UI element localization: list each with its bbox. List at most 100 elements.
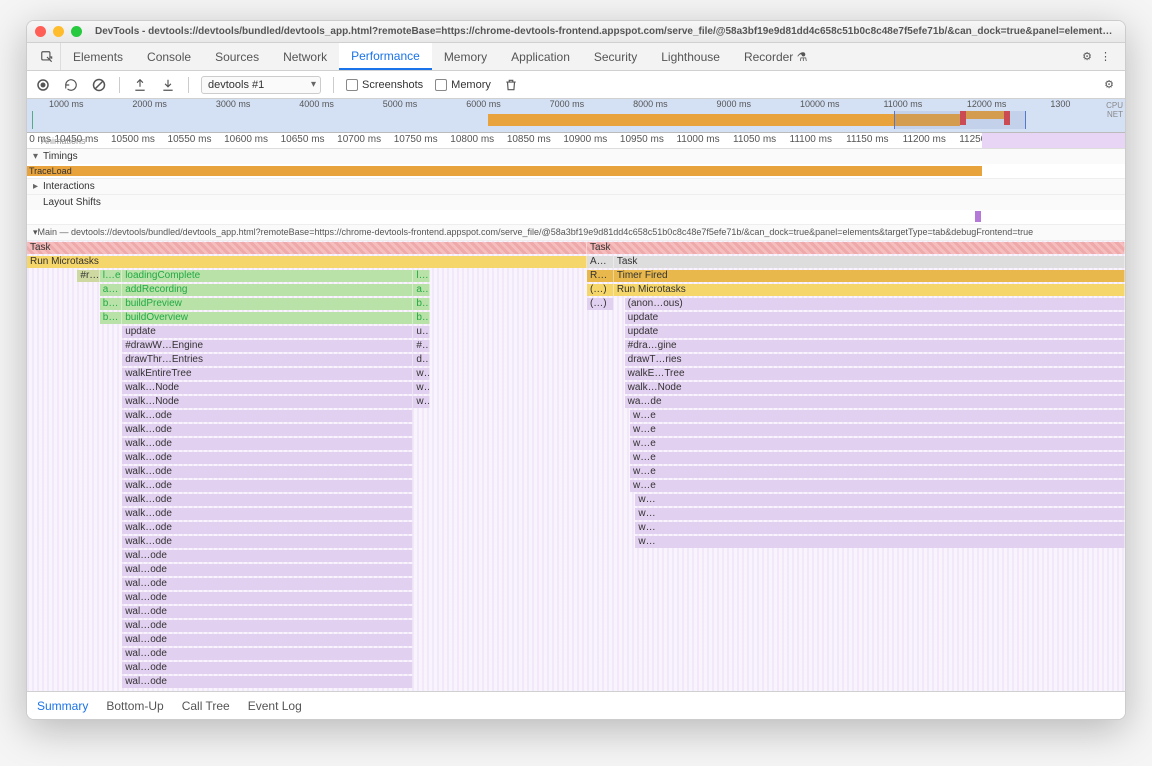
flame-entry[interactable]: R… bbox=[587, 270, 614, 282]
flame-entry[interactable]: walk…ode bbox=[122, 508, 413, 520]
flame-entry[interactable]: (…) bbox=[587, 284, 614, 296]
tab-sources[interactable]: Sources bbox=[203, 43, 271, 70]
flame-entry[interactable]: wa…de bbox=[625, 396, 1125, 408]
download-icon[interactable] bbox=[160, 77, 176, 93]
screenshots-checkbox[interactable]: Screenshots bbox=[346, 79, 423, 91]
tab-security[interactable]: Security bbox=[582, 43, 649, 70]
flame-entry[interactable]: walk…ode bbox=[122, 494, 413, 506]
flame-entry[interactable]: walk…ode bbox=[122, 466, 413, 478]
window-minimize-icon[interactable] bbox=[53, 26, 64, 37]
flame-entry[interactable]: l…e bbox=[100, 270, 122, 282]
main-thread-header[interactable]: ▾Main — devtools://devtools/bundled/devt… bbox=[27, 225, 1125, 241]
tab-lighthouse[interactable]: Lighthouse bbox=[649, 43, 732, 70]
record-icon[interactable] bbox=[35, 77, 51, 93]
layoutshifts-track-header[interactable]: Layout Shifts bbox=[27, 195, 1125, 210]
flame-entry[interactable]: w…e bbox=[630, 410, 1125, 422]
flame-entry[interactable]: Task bbox=[614, 256, 1125, 268]
flame-entry[interactable]: u… bbox=[413, 326, 430, 338]
flame-chart[interactable]: TaskTaskRun MicrotasksA…Task#r…sl…eloadi… bbox=[27, 241, 1125, 691]
flame-entry[interactable]: walk…ode bbox=[122, 522, 413, 534]
flame-entry[interactable]: wal…ode bbox=[122, 564, 413, 576]
overview-timeline[interactable]: 1000 ms2000 ms3000 ms4000 ms5000 ms6000 … bbox=[27, 99, 1125, 133]
flame-entry[interactable]: a… bbox=[413, 284, 430, 296]
flame-entry[interactable]: Run Microtasks bbox=[614, 284, 1125, 296]
flame-entry[interactable]: walkEntireTree bbox=[122, 368, 413, 380]
flame-entry[interactable]: b… bbox=[100, 298, 122, 310]
settings-icon[interactable]: ⚙ bbox=[1101, 77, 1117, 93]
more-icon[interactable]: ⋮ bbox=[1100, 50, 1111, 63]
flame-entry[interactable]: walkE…Tree bbox=[625, 368, 1125, 380]
flame-entry[interactable]: drawThr…Entries bbox=[122, 354, 413, 366]
tab-bottom-up[interactable]: Bottom-Up bbox=[106, 699, 163, 713]
flame-entry[interactable]: w…e bbox=[630, 452, 1125, 464]
flame-entry[interactable]: walk…Node bbox=[625, 382, 1125, 394]
tab-performance[interactable]: Performance bbox=[339, 43, 432, 70]
flame-entry[interactable]: wal…ode bbox=[122, 550, 413, 562]
flame-entry[interactable]: drawT…ries bbox=[625, 354, 1125, 366]
flame-entry[interactable]: w…e bbox=[630, 480, 1125, 492]
flame-entry[interactable]: walk…ode bbox=[122, 480, 413, 492]
flame-entry[interactable]: walk…Node bbox=[122, 382, 413, 394]
flame-entry[interactable]: walk…ode bbox=[122, 452, 413, 464]
traceload-bar[interactable]: TraceLoad bbox=[27, 166, 982, 176]
tab-event-log[interactable]: Event Log bbox=[248, 699, 302, 713]
gear-icon[interactable]: ⚙ bbox=[1082, 50, 1092, 63]
flame-entry[interactable]: update bbox=[625, 326, 1125, 338]
tab-elements[interactable]: Elements bbox=[61, 43, 135, 70]
inspect-icon[interactable] bbox=[33, 43, 61, 70]
tab-network[interactable]: Network bbox=[271, 43, 339, 70]
flame-entry[interactable]: wal…ode bbox=[122, 578, 413, 590]
flame-entry[interactable]: Task bbox=[27, 242, 587, 254]
flame-entry[interactable]: l…e bbox=[413, 270, 430, 282]
flame-entry[interactable]: b… bbox=[100, 312, 122, 324]
flame-entry[interactable]: w… bbox=[413, 382, 430, 394]
flame-entry[interactable]: buildPreview bbox=[122, 298, 413, 310]
memory-checkbox[interactable]: Memory bbox=[435, 79, 491, 91]
flame-entry[interactable]: loadingComplete bbox=[122, 270, 413, 282]
flame-entry[interactable]: w… bbox=[413, 396, 430, 408]
flame-entry[interactable]: buildOverview bbox=[122, 312, 413, 324]
flame-entry[interactable]: (…) bbox=[587, 298, 614, 310]
flame-entry[interactable]: w… bbox=[635, 508, 1125, 520]
flame-entry[interactable]: walk…ode bbox=[122, 438, 413, 450]
window-close-icon[interactable] bbox=[35, 26, 46, 37]
profile-select[interactable]: devtools #1 bbox=[201, 76, 321, 94]
flame-entry[interactable]: #… bbox=[413, 340, 430, 352]
window-zoom-icon[interactable] bbox=[71, 26, 82, 37]
flame-entry[interactable]: d… bbox=[413, 354, 430, 366]
flame-entry[interactable]: Task bbox=[587, 242, 1125, 254]
timings-track-header[interactable]: ▾Timings bbox=[27, 149, 1125, 164]
tab-memory[interactable]: Memory bbox=[432, 43, 499, 70]
tab-console[interactable]: Console bbox=[135, 43, 203, 70]
flame-entry[interactable]: walk…Node bbox=[122, 396, 413, 408]
flame-entry[interactable]: wal…ode bbox=[122, 620, 413, 632]
flame-entry[interactable]: update bbox=[122, 326, 413, 338]
flame-entry[interactable]: wal…ode bbox=[122, 676, 413, 688]
upload-icon[interactable] bbox=[132, 77, 148, 93]
reload-icon[interactable] bbox=[63, 77, 79, 93]
flame-entry[interactable]: walk…ode bbox=[122, 424, 413, 436]
flame-entry[interactable]: wal…ode bbox=[122, 592, 413, 604]
flame-entry[interactable]: w…e bbox=[630, 424, 1125, 436]
flame-entry[interactable]: wal…ode bbox=[122, 648, 413, 660]
flame-entry[interactable]: #dra…gine bbox=[625, 340, 1125, 352]
interactions-track-header[interactable]: ▸Interactions bbox=[27, 179, 1125, 194]
layout-shift-marker[interactable] bbox=[975, 211, 982, 222]
flame-entry[interactable]: #drawW…Engine bbox=[122, 340, 413, 352]
clear-icon[interactable] bbox=[91, 77, 107, 93]
trash-icon[interactable] bbox=[503, 77, 519, 93]
flame-entry[interactable]: w…e bbox=[630, 438, 1125, 450]
flame-entry[interactable]: a… bbox=[100, 284, 122, 296]
flame-entry[interactable]: b… bbox=[413, 298, 430, 310]
tab-application[interactable]: Application bbox=[499, 43, 582, 70]
flame-entry[interactable]: b… bbox=[413, 312, 430, 324]
flame-entry[interactable]: #r…s bbox=[77, 270, 99, 282]
flame-entry[interactable]: wal…ode bbox=[122, 634, 413, 646]
tab-recorder[interactable]: Recorder ⚗ bbox=[732, 43, 819, 70]
flame-entry[interactable]: walk…ode bbox=[122, 536, 413, 548]
flame-entry[interactable]: addRecording bbox=[122, 284, 413, 296]
flame-entry[interactable]: w… bbox=[635, 522, 1125, 534]
tab-call-tree[interactable]: Call Tree bbox=[182, 699, 230, 713]
flame-entry[interactable]: update bbox=[625, 312, 1125, 324]
flame-entry[interactable]: walk…ode bbox=[122, 410, 413, 422]
